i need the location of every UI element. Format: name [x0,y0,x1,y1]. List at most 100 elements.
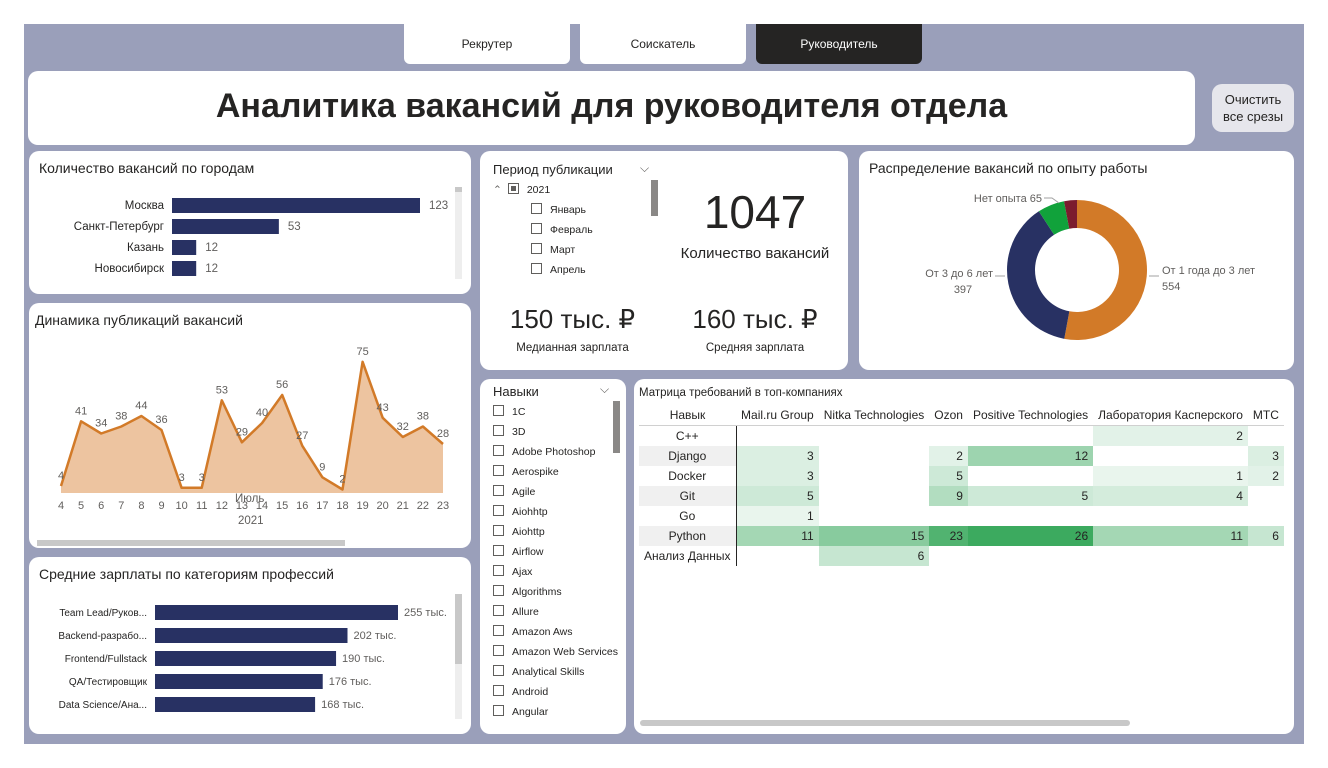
matrix-cell[interactable]: 12 [967,446,1094,466]
matrix-cell[interactable]: 5 [967,486,1094,506]
matrix-cell[interactable]: 2 [1247,466,1284,486]
matrix-cell[interactable]: 26 [967,526,1094,546]
matrix-cell[interactable]: 3 [736,446,819,466]
matrix-column-header[interactable]: МТС [1247,405,1284,426]
checkbox[interactable] [493,485,504,496]
skills-scroll-thumb[interactable] [613,401,620,453]
collapse-icon[interactable]: ⌃ [493,184,502,196]
matrix-cell[interactable]: 15 [818,526,930,546]
checkbox[interactable] [493,665,504,676]
matrix-column-header[interactable]: Positive Technologies [967,405,1094,426]
clear-slicers-button[interactable]: Очистить все срезы [1212,84,1294,132]
matrix-row-header[interactable]: Анализ Данных [639,546,737,566]
matrix-column-header[interactable]: Nitka Technologies [818,405,930,426]
checkbox[interactable] [493,705,504,716]
period-month-item[interactable]: Апрель [531,263,586,276]
skill-slicer-item[interactable]: Allure [493,605,539,618]
matrix-row-header[interactable]: Go [639,506,737,526]
checkbox[interactable] [493,445,504,456]
checkbox[interactable] [493,465,504,476]
matrix-visual[interactable]: Матрица требований в топ-компаниях Навык… [634,379,1294,734]
skills-slicer[interactable]: Навыки ⌵ 1С 3D Adobe Photoshop Aerospike Agi… [480,379,626,734]
checkbox[interactable] [493,685,504,696]
chevron-down-icon[interactable]: ⌵ [640,161,649,176]
skill-slicer-item[interactable]: Angular [493,705,548,718]
matrix-column-header[interactable]: Mail.ru Group [736,405,819,426]
period-year-item[interactable]: ⌃ 2021 [493,183,550,196]
matrix-column-header[interactable]: Ozon [929,405,968,426]
checkbox[interactable] [531,203,542,214]
matrix-cell[interactable]: 6 [1247,526,1284,546]
matrix-row-header[interactable]: Python [639,526,737,546]
matrix-cell[interactable] [818,466,930,486]
matrix-cell[interactable]: 5 [736,486,819,506]
matrix-cell[interactable] [1247,506,1284,526]
skill-slicer-item[interactable]: Aiohttp [493,525,545,538]
skill-slicer-item[interactable]: Android [493,685,548,698]
matrix-cell[interactable] [967,466,1094,486]
matrix-cell[interactable] [929,546,968,566]
tab-applicant[interactable]: Соискатель [580,24,746,64]
experience-visual[interactable]: Распределение вакансий по опыту работы О… [859,151,1294,370]
skill-slicer-item[interactable]: Analytical Skills [493,665,584,678]
matrix-cell[interactable] [818,486,930,506]
matrix-cell[interactable] [929,506,968,526]
checkbox[interactable] [493,505,504,516]
matrix-cell[interactable]: 1 [736,506,819,526]
matrix-cell[interactable] [1247,486,1284,506]
matrix-row-header[interactable]: C++ [639,425,737,446]
checkbox[interactable] [531,263,542,274]
chevron-down-icon[interactable]: ⌵ [600,382,609,397]
period-scroll-thumb[interactable] [651,180,658,216]
matrix-cell[interactable]: 1 [1093,466,1248,486]
cities-visual[interactable]: Количество вакансий по городам Москва 123… [29,151,471,294]
matrix-row-header[interactable]: Django [639,446,737,466]
cities-scroll-thumb[interactable] [455,187,462,192]
dynamics-visual[interactable]: Динамика публикаций вакансий 4 4 41 5 34 6 38 7… [29,303,471,548]
checkbox[interactable] [493,525,504,536]
matrix-column-header[interactable]: Лаборатория Касперского [1093,405,1248,426]
matrix-cell[interactable]: 6 [818,546,930,566]
matrix-cell[interactable]: 9 [929,486,968,506]
matrix-cell[interactable] [1247,425,1284,446]
matrix-scrollbar[interactable] [640,720,1130,726]
matrix-cell[interactable] [1247,546,1284,566]
skill-slicer-item[interactable]: Ajax [493,565,532,578]
skill-slicer-item[interactable]: Adobe Photoshop [493,445,596,458]
skill-slicer-item[interactable]: Amazon Web Services [493,645,618,658]
checkbox[interactable] [493,405,504,416]
matrix-cell[interactable]: 2 [929,446,968,466]
matrix-cell[interactable]: 4 [1093,486,1248,506]
matrix-cell[interactable] [1093,506,1248,526]
matrix-cell[interactable]: 11 [1093,526,1248,546]
checkbox[interactable] [493,425,504,436]
matrix-row-header[interactable]: Git [639,486,737,506]
salaries-scroll-thumb[interactable] [455,594,462,664]
period-month-item[interactable]: Март [531,243,575,256]
skill-slicer-item[interactable]: Amazon Aws [493,625,573,638]
period-month-item[interactable]: Январь [531,203,586,216]
skill-slicer-item[interactable]: Algorithms [493,585,562,598]
matrix-cell[interactable]: 3 [736,466,819,486]
matrix-cell[interactable]: 11 [736,526,819,546]
matrix-cell[interactable] [818,425,930,446]
dynamics-scrollbar[interactable] [37,540,345,546]
matrix-cell[interactable]: 5 [929,466,968,486]
cities-scrollbar[interactable] [455,187,462,279]
checkbox[interactable] [493,545,504,556]
matrix-cell[interactable] [967,546,1094,566]
skill-slicer-item[interactable]: Airflow [493,545,544,558]
matrix-cell[interactable] [818,506,930,526]
matrix-cell[interactable] [736,425,819,446]
matrix-cell[interactable]: 3 [1247,446,1284,466]
checkbox[interactable] [531,223,542,234]
checkbox[interactable] [493,565,504,576]
matrix-cell[interactable] [967,425,1094,446]
skill-slicer-item[interactable]: Aerospike [493,465,559,478]
matrix-cell[interactable]: 2 [1093,425,1248,446]
matrix-cell[interactable] [967,506,1094,526]
partial-checkbox[interactable] [507,183,519,194]
matrix-cell[interactable] [1093,446,1248,466]
matrix-cell[interactable] [736,546,819,566]
matrix-cell[interactable] [1093,546,1248,566]
